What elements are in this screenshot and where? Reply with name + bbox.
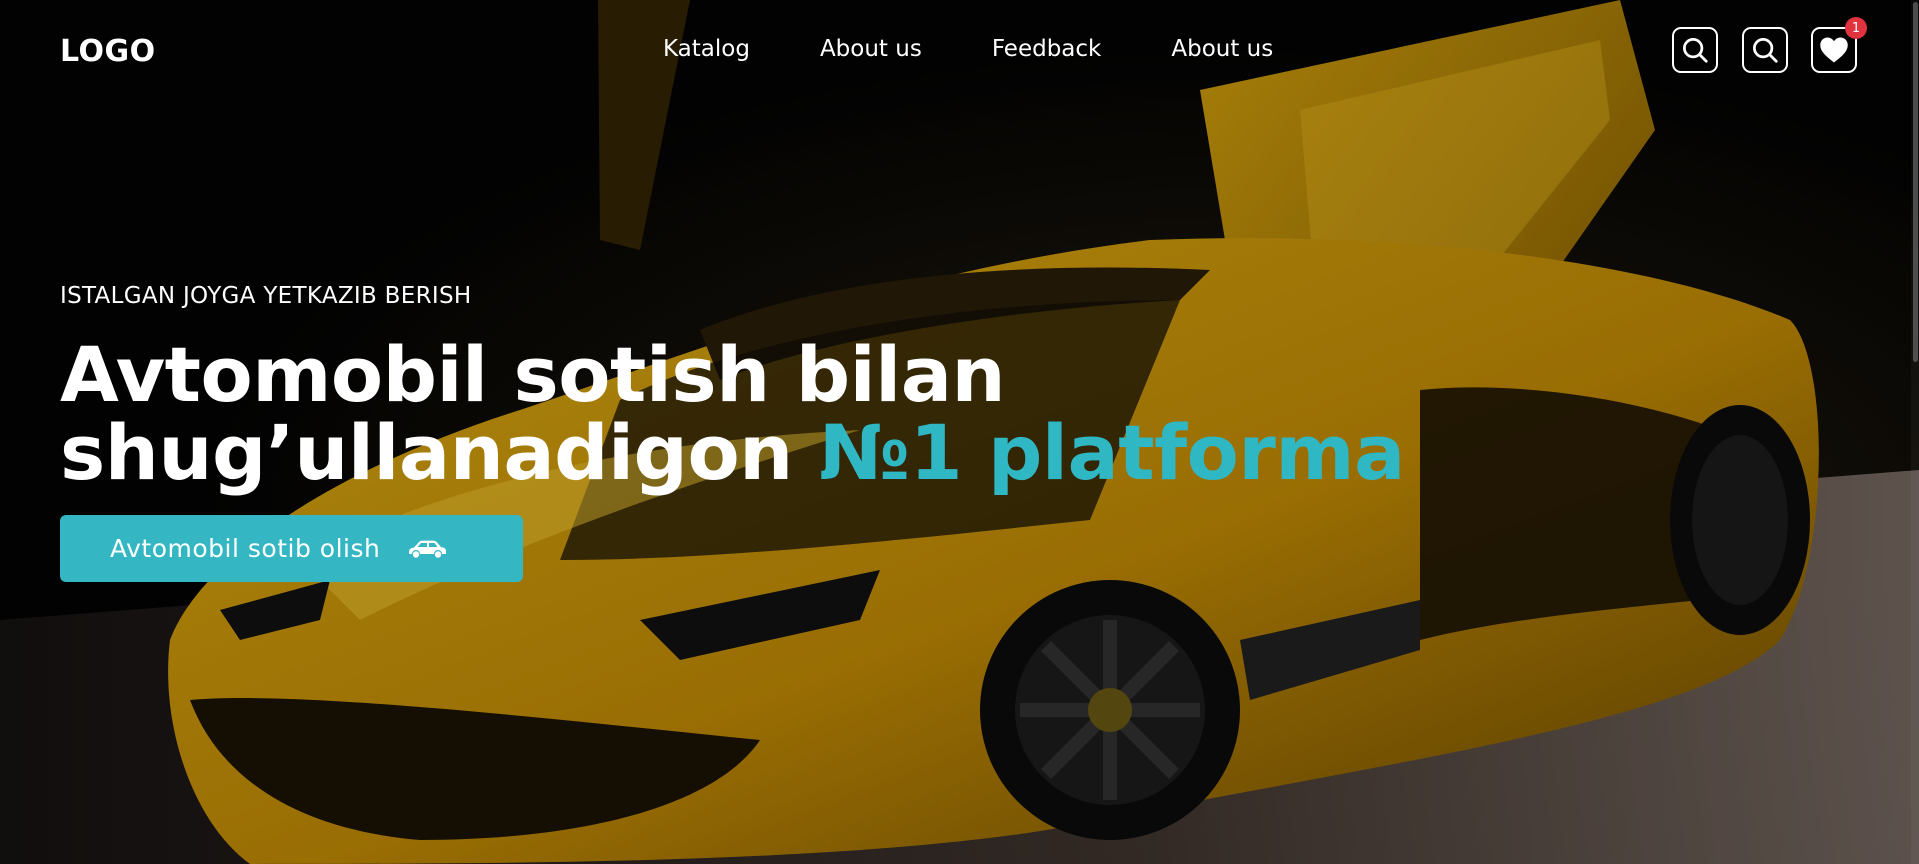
nav-feedback[interactable]: Feedback <box>992 36 1102 62</box>
page-scrollbar[interactable] <box>1911 0 1919 864</box>
hero-eyebrow: ISTALGAN JOYGA YETKAZIB BERISH <box>60 283 472 309</box>
headline-accent: №1 platforma <box>818 408 1406 497</box>
search-icon <box>1683 38 1708 63</box>
favorites-count-badge: 1 <box>1845 17 1867 39</box>
scrollbar-thumb[interactable] <box>1913 2 1918 362</box>
nav-about-us[interactable]: About us <box>820 36 922 62</box>
hero-headline: Avtomobil sotish bilan shug’ullanadigon … <box>60 336 1405 492</box>
search-button-2[interactable] <box>1742 27 1788 73</box>
headline-line-2: shug’ullanadigon <box>60 408 793 497</box>
logo[interactable]: LOGO <box>60 34 156 69</box>
heart-icon <box>1820 37 1848 63</box>
search-button[interactable] <box>1672 27 1718 73</box>
nav-about-us-2[interactable]: About us <box>1171 36 1273 62</box>
favorites-button[interactable]: 1 <box>1811 17 1867 73</box>
landing-page: LOGO Katalog About us Feedback About us … <box>0 0 1919 864</box>
main-nav: Katalog About us Feedback About us <box>663 36 1273 62</box>
nav-katalog[interactable]: Katalog <box>663 36 750 62</box>
buy-car-label: Avtomobil sotib olish <box>110 534 381 563</box>
car-icon <box>406 538 448 560</box>
search-icon <box>1753 38 1778 63</box>
headline-line-1: Avtomobil sotish bilan <box>60 330 1006 419</box>
buy-car-button[interactable]: Avtomobil sotib olish <box>60 515 523 582</box>
